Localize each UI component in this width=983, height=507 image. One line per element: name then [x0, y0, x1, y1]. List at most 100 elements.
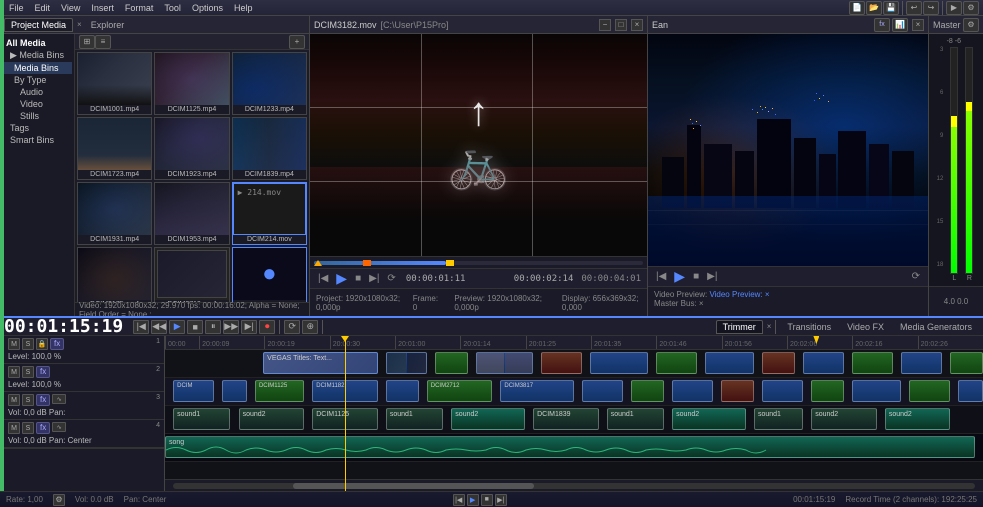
tree-audio[interactable]: Audio — [2, 86, 72, 98]
timeline-tracks-body[interactable]: 00:00 20:00:09 20:00:19 20:00:30 20:01:0… — [165, 336, 983, 491]
clip-1-10[interactable] — [811, 380, 844, 402]
tree-media-bins[interactable]: ▶ Media Bins — [2, 49, 72, 62]
render-btn[interactable]: ▶ — [946, 1, 962, 15]
media-item-7[interactable]: DCIM1953.mp4 — [154, 182, 229, 245]
clip-0-10[interactable] — [852, 352, 893, 374]
right-play-btn[interactable]: ▶ — [672, 268, 687, 285]
tab-media-gen[interactable]: Media Generators — [893, 320, 979, 334]
track-fx-btn-3[interactable]: fx — [36, 422, 50, 434]
right-stop-btn[interactable]: ■ — [691, 271, 701, 282]
meter-btn[interactable]: 📊 — [892, 18, 908, 32]
media-item-4[interactable]: DCIM1923.mp4 — [154, 117, 229, 180]
clip-1-dcim[interactable]: DCIM — [173, 380, 214, 402]
clip-2-sound2b[interactable]: sound2 — [451, 408, 525, 430]
media-item-11[interactable]: ● — [232, 247, 307, 302]
track-solo-btn-1[interactable]: S — [22, 366, 34, 378]
clip-1-5[interactable] — [582, 380, 623, 402]
sb-stop-btn[interactable]: ■ — [481, 494, 493, 506]
menu-format[interactable]: Format — [120, 0, 159, 15]
settings-btn[interactable]: ⚙ — [963, 1, 979, 15]
tree-media-bins-sub[interactable]: Media Bins — [2, 62, 72, 74]
clip-2-sound1[interactable]: sound1 — [173, 408, 230, 430]
track-mute-btn-1[interactable]: M — [8, 366, 20, 378]
menu-file[interactable]: File — [4, 0, 29, 15]
status-settings-btn[interactable]: ⚙ — [53, 494, 65, 506]
right-next-btn[interactable]: ▶| — [705, 271, 719, 282]
loop-btn[interactable]: ⟳ — [385, 273, 397, 284]
clip-1-0[interactable] — [222, 380, 247, 402]
clip-1-11[interactable] — [852, 380, 901, 402]
clip-2-sound2c[interactable]: sound2 — [672, 408, 746, 430]
clip-0-7[interactable] — [705, 352, 754, 374]
menu-tool[interactable]: Tool — [159, 0, 186, 15]
sb-next-btn[interactable]: ▶| — [495, 494, 507, 506]
fx-btn[interactable]: fx — [874, 18, 890, 32]
video-preview-label[interactable]: Video Preview: × — [709, 290, 769, 299]
clip-2-last[interactable]: sound2 — [885, 408, 950, 430]
next-frame-btn[interactable]: ▶| — [367, 273, 381, 284]
new-project-btn[interactable]: 📄 — [849, 1, 865, 15]
track-fx-btn-0[interactable]: fx — [50, 338, 64, 350]
clip-1-2712[interactable]: DCIM2712 — [427, 380, 492, 402]
track-mute-btn-0[interactable]: M — [8, 338, 20, 350]
timeline-scrollbar[interactable] — [165, 479, 983, 491]
clip-2-sound1d[interactable]: sound1 — [754, 408, 803, 430]
clip-1-6[interactable] — [631, 380, 664, 402]
right-loop-btn[interactable]: ⟳ — [910, 271, 922, 282]
clip-1-8[interactable] — [721, 380, 754, 402]
tl-loop[interactable]: ⟳ — [284, 320, 300, 334]
tab-explorer[interactable]: Explorer — [84, 18, 132, 32]
preview-minimize-btn[interactable]: − — [599, 19, 611, 31]
clip-0-9[interactable] — [803, 352, 844, 374]
stop-btn[interactable]: ■ — [353, 273, 363, 284]
menu-options[interactable]: Options — [187, 0, 228, 15]
clip-1-12[interactable] — [909, 380, 950, 402]
media-import-btn[interactable]: + — [289, 35, 305, 49]
clip-0-5[interactable] — [590, 352, 647, 374]
media-item-9[interactable]: DCIM2175.mp4 — [77, 247, 152, 302]
sb-prev-btn[interactable]: |◀ — [453, 494, 465, 506]
undo-btn[interactable]: ↩ — [906, 1, 922, 15]
track-solo-btn-2[interactable]: S — [22, 394, 34, 406]
preview-maximize-btn[interactable]: □ — [615, 19, 627, 31]
right-prev-btn[interactable]: |◀ — [654, 271, 668, 282]
clip-0-1[interactable] — [386, 352, 427, 374]
audio-settings-btn[interactable]: ⚙ — [963, 18, 979, 32]
clip-0-12[interactable] — [950, 352, 983, 374]
menu-view[interactable]: View — [56, 0, 85, 15]
track-mute-btn-2[interactable]: M — [8, 394, 20, 406]
media-item-2[interactable]: DCIM1233.mp4 — [232, 52, 307, 115]
open-btn[interactable]: 📂 — [866, 1, 882, 15]
media-view-btn[interactable]: ⊞ — [79, 35, 95, 49]
media-item-6[interactable]: DCIM1931.mp4 — [77, 182, 152, 245]
tab-trimmer[interactable]: Trimmer — [716, 320, 763, 334]
preview-close-btn[interactable]: × — [631, 19, 643, 31]
tab-project-media[interactable]: Project Media — [4, 18, 73, 32]
media-item-10[interactable]: DCIM2719.mp4 — [154, 247, 229, 302]
clip-0-3[interactable] — [476, 352, 533, 374]
tl-next[interactable]: ▶▶ — [223, 320, 239, 334]
track-solo-btn-0[interactable]: S — [22, 338, 34, 350]
prev-frame-btn[interactable]: |◀ — [316, 273, 330, 284]
clip-0-2[interactable] — [435, 352, 468, 374]
clip-0-title[interactable]: VEGAS Titles: Text... — [263, 352, 378, 374]
tab-project-media-close[interactable]: × — [77, 20, 82, 29]
track-fx-btn-2[interactable]: fx — [36, 394, 50, 406]
media-item-3[interactable]: DCIM1723.mp4 — [77, 117, 152, 180]
right-close-btn[interactable]: × — [912, 19, 924, 31]
tree-by-type[interactable]: By Type — [2, 74, 72, 86]
tl-goto-end[interactable]: ▶| — [241, 320, 257, 334]
tl-pause[interactable]: ⏸ — [205, 320, 221, 334]
tree-stills[interactable]: Stills — [2, 110, 72, 122]
preview-scrubber[interactable] — [310, 256, 647, 268]
clip-3-song[interactable]: song — [165, 436, 975, 458]
envelope-btn-3[interactable]: ∿ — [52, 422, 66, 432]
clip-0-11[interactable] — [901, 352, 942, 374]
clip-1-3817[interactable]: DCIM3817 — [500, 380, 574, 402]
tab-trimmer-close[interactable]: × — [767, 322, 772, 331]
save-btn[interactable]: 💾 — [883, 1, 899, 15]
tl-record[interactable]: ⏺ — [259, 320, 275, 334]
clip-2-sound1c[interactable]: sound1 — [607, 408, 664, 430]
tab-transitions[interactable]: Transitions — [780, 320, 838, 334]
tree-smart-bins[interactable]: Smart Bins — [2, 134, 72, 146]
